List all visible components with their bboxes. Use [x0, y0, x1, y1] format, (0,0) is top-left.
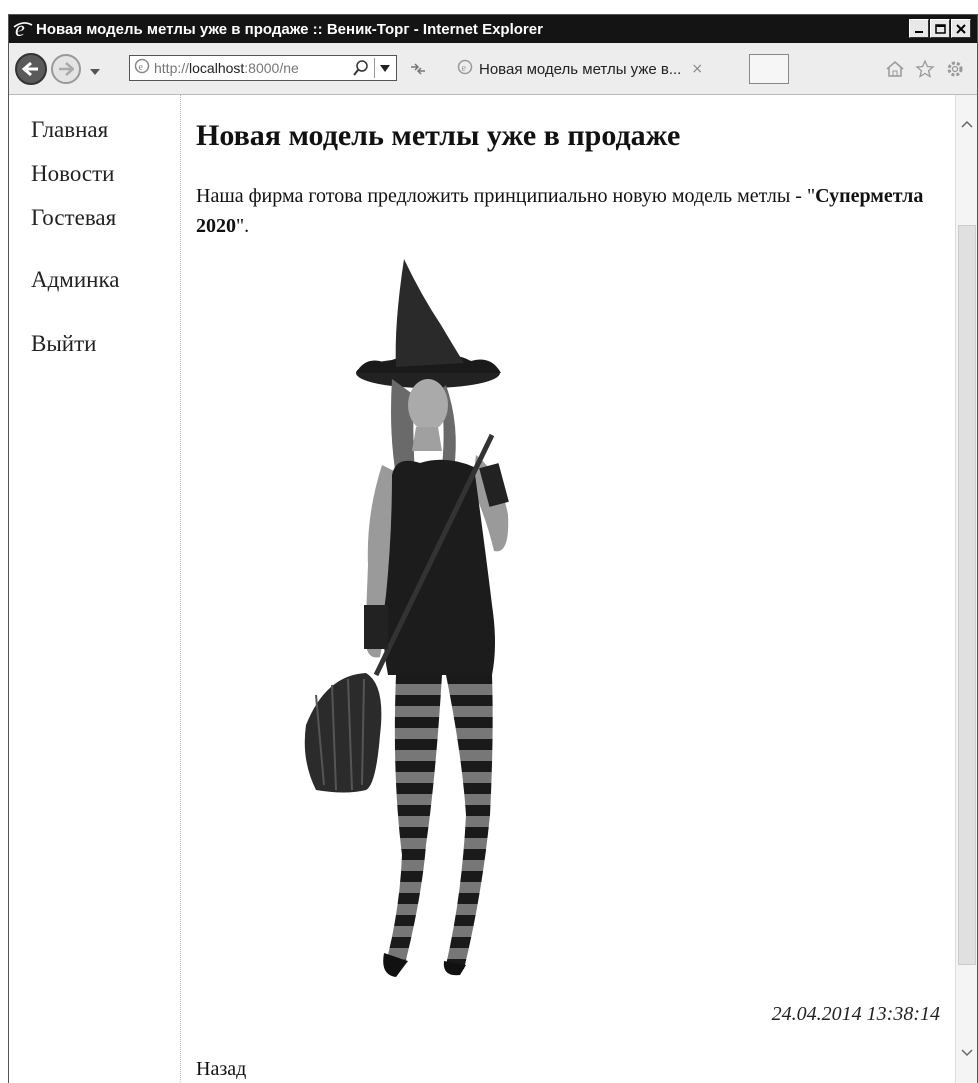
- article-lead: Наша фирма готова предложить принципиаль…: [196, 185, 924, 237]
- home-icon[interactable]: [885, 59, 905, 84]
- back-arrow-icon[interactable]: [15, 53, 47, 85]
- sidebar-item-home[interactable]: Главная: [31, 117, 108, 143]
- page-content: Главная Новости Гостевая Админка Выйти Н…: [9, 95, 977, 1083]
- page-icon: e: [134, 58, 150, 79]
- address-dropdown-icon[interactable]: [374, 58, 394, 78]
- scroll-down-icon[interactable]: [961, 1044, 973, 1062]
- sidebar-item-logout[interactable]: Выйти: [31, 331, 96, 357]
- search-icon[interactable]: [352, 59, 370, 82]
- svg-text:e: e: [462, 63, 467, 74]
- maximize-icon[interactable]: [930, 19, 950, 38]
- publish-date: 24.04.2014 13:38:14: [771, 1003, 940, 1025]
- settings-gear-icon[interactable]: [945, 59, 965, 84]
- forward-arrow-icon[interactable]: [51, 54, 81, 84]
- sidebar-item-guestbook[interactable]: Гостевая: [31, 205, 116, 231]
- minimize-icon[interactable]: [909, 19, 929, 38]
- refresh-icon[interactable]: [405, 57, 431, 81]
- history-dropdown-icon[interactable]: [89, 63, 101, 81]
- toolbar-right-icons: [885, 59, 965, 84]
- sidebar-nav: Главная Новости Гостевая Админка Выйти: [9, 95, 181, 1083]
- page-title: Новая модель метлы уже в продаже: [196, 119, 681, 152]
- svg-text:e: e: [139, 62, 144, 73]
- title-bar: e Новая модель метлы уже в продаже :: Ве…: [9, 15, 977, 43]
- browser-toolbar: e http://localhost:8000/ne e Новая модел…: [9, 43, 977, 95]
- svg-text:e: e: [15, 19, 25, 39]
- favorites-star-icon[interactable]: [915, 59, 935, 84]
- back-link[interactable]: Назад: [196, 1058, 246, 1081]
- sidebar-item-news[interactable]: Новости: [31, 161, 114, 187]
- tab-page-icon: e: [457, 59, 473, 80]
- scroll-thumb[interactable]: [958, 225, 976, 965]
- vertical-scrollbar[interactable]: [955, 95, 977, 1083]
- tab-close-icon[interactable]: ×: [691, 61, 703, 77]
- product-image: [296, 255, 536, 980]
- window-title: Новая модель метлы уже в продаже :: Вени…: [36, 20, 543, 38]
- address-url: http://localhost:8000/ne: [154, 60, 299, 76]
- ie-logo-icon: e: [13, 19, 33, 39]
- window-controls: [909, 19, 971, 38]
- close-icon[interactable]: [951, 19, 971, 38]
- sidebar-item-admin[interactable]: Админка: [31, 267, 120, 293]
- browser-window: e Новая модель метлы уже в продаже :: Ве…: [8, 14, 978, 1083]
- scroll-up-icon[interactable]: [961, 115, 973, 133]
- address-bar[interactable]: e http://localhost:8000/ne: [129, 55, 397, 81]
- new-tab-button[interactable]: [749, 54, 789, 84]
- article: Новая модель метлы уже в продаже Наша фи…: [196, 95, 956, 1083]
- tab-current[interactable]: e Новая модель метлы уже в... ×: [449, 55, 747, 83]
- tab-title: Новая модель метлы уже в...: [479, 60, 682, 78]
